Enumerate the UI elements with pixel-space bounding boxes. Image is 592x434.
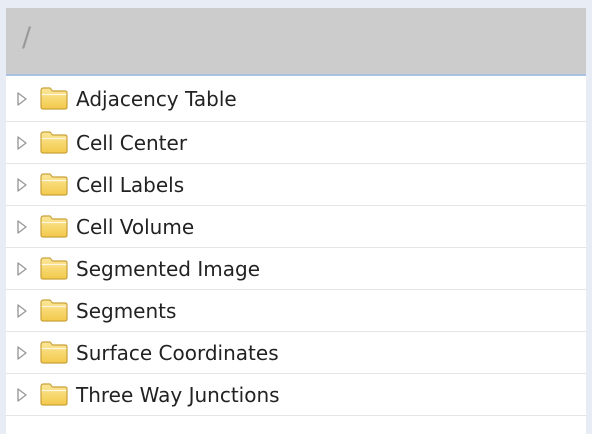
folder-icon [39,129,69,155]
folder-label: Surface Coordinates [76,341,279,365]
expand-arrow-icon[interactable] [16,261,28,277]
tree-row-cell-center[interactable]: Cell Center [6,122,586,164]
expand-arrow-icon[interactable] [16,387,28,403]
path-header: / [6,8,586,76]
folder-icon [39,213,69,239]
folder-tree: Adjacency Table Cell Center Cell Labels … [6,76,586,416]
expand-arrow-icon[interactable] [16,345,28,361]
folder-icon [39,255,69,281]
current-path: / [22,22,32,53]
folder-label: Cell Center [76,131,188,155]
folder-icon [39,381,69,407]
folder-label: Segments [76,299,177,323]
tree-row-cell-volume[interactable]: Cell Volume [6,206,586,248]
folder-icon [39,171,69,197]
tree-row-segmented-image[interactable]: Segmented Image [6,248,586,290]
expand-arrow-icon[interactable] [16,91,28,107]
expand-arrow-icon[interactable] [16,177,28,193]
folder-icon [39,85,69,111]
folder-icon [39,297,69,323]
folder-label: Segmented Image [76,257,260,281]
tree-row-adjacency-table[interactable]: Adjacency Table [6,76,586,122]
expand-arrow-icon[interactable] [16,135,28,151]
file-browser-panel: / Adjacency Table Cell Center Cell Label… [6,8,586,434]
folder-label: Three Way Junctions [76,383,280,407]
expand-arrow-icon[interactable] [16,219,28,235]
tree-row-three-way-junctions[interactable]: Three Way Junctions [6,374,586,416]
tree-row-cell-labels[interactable]: Cell Labels [6,164,586,206]
tree-row-surface-coordinates[interactable]: Surface Coordinates [6,332,586,374]
folder-label: Adjacency Table [76,87,237,111]
folder-icon [39,339,69,365]
folder-label: Cell Labels [76,173,185,197]
tree-row-segments[interactable]: Segments [6,290,586,332]
folder-label: Cell Volume [76,215,195,239]
expand-arrow-icon[interactable] [16,303,28,319]
